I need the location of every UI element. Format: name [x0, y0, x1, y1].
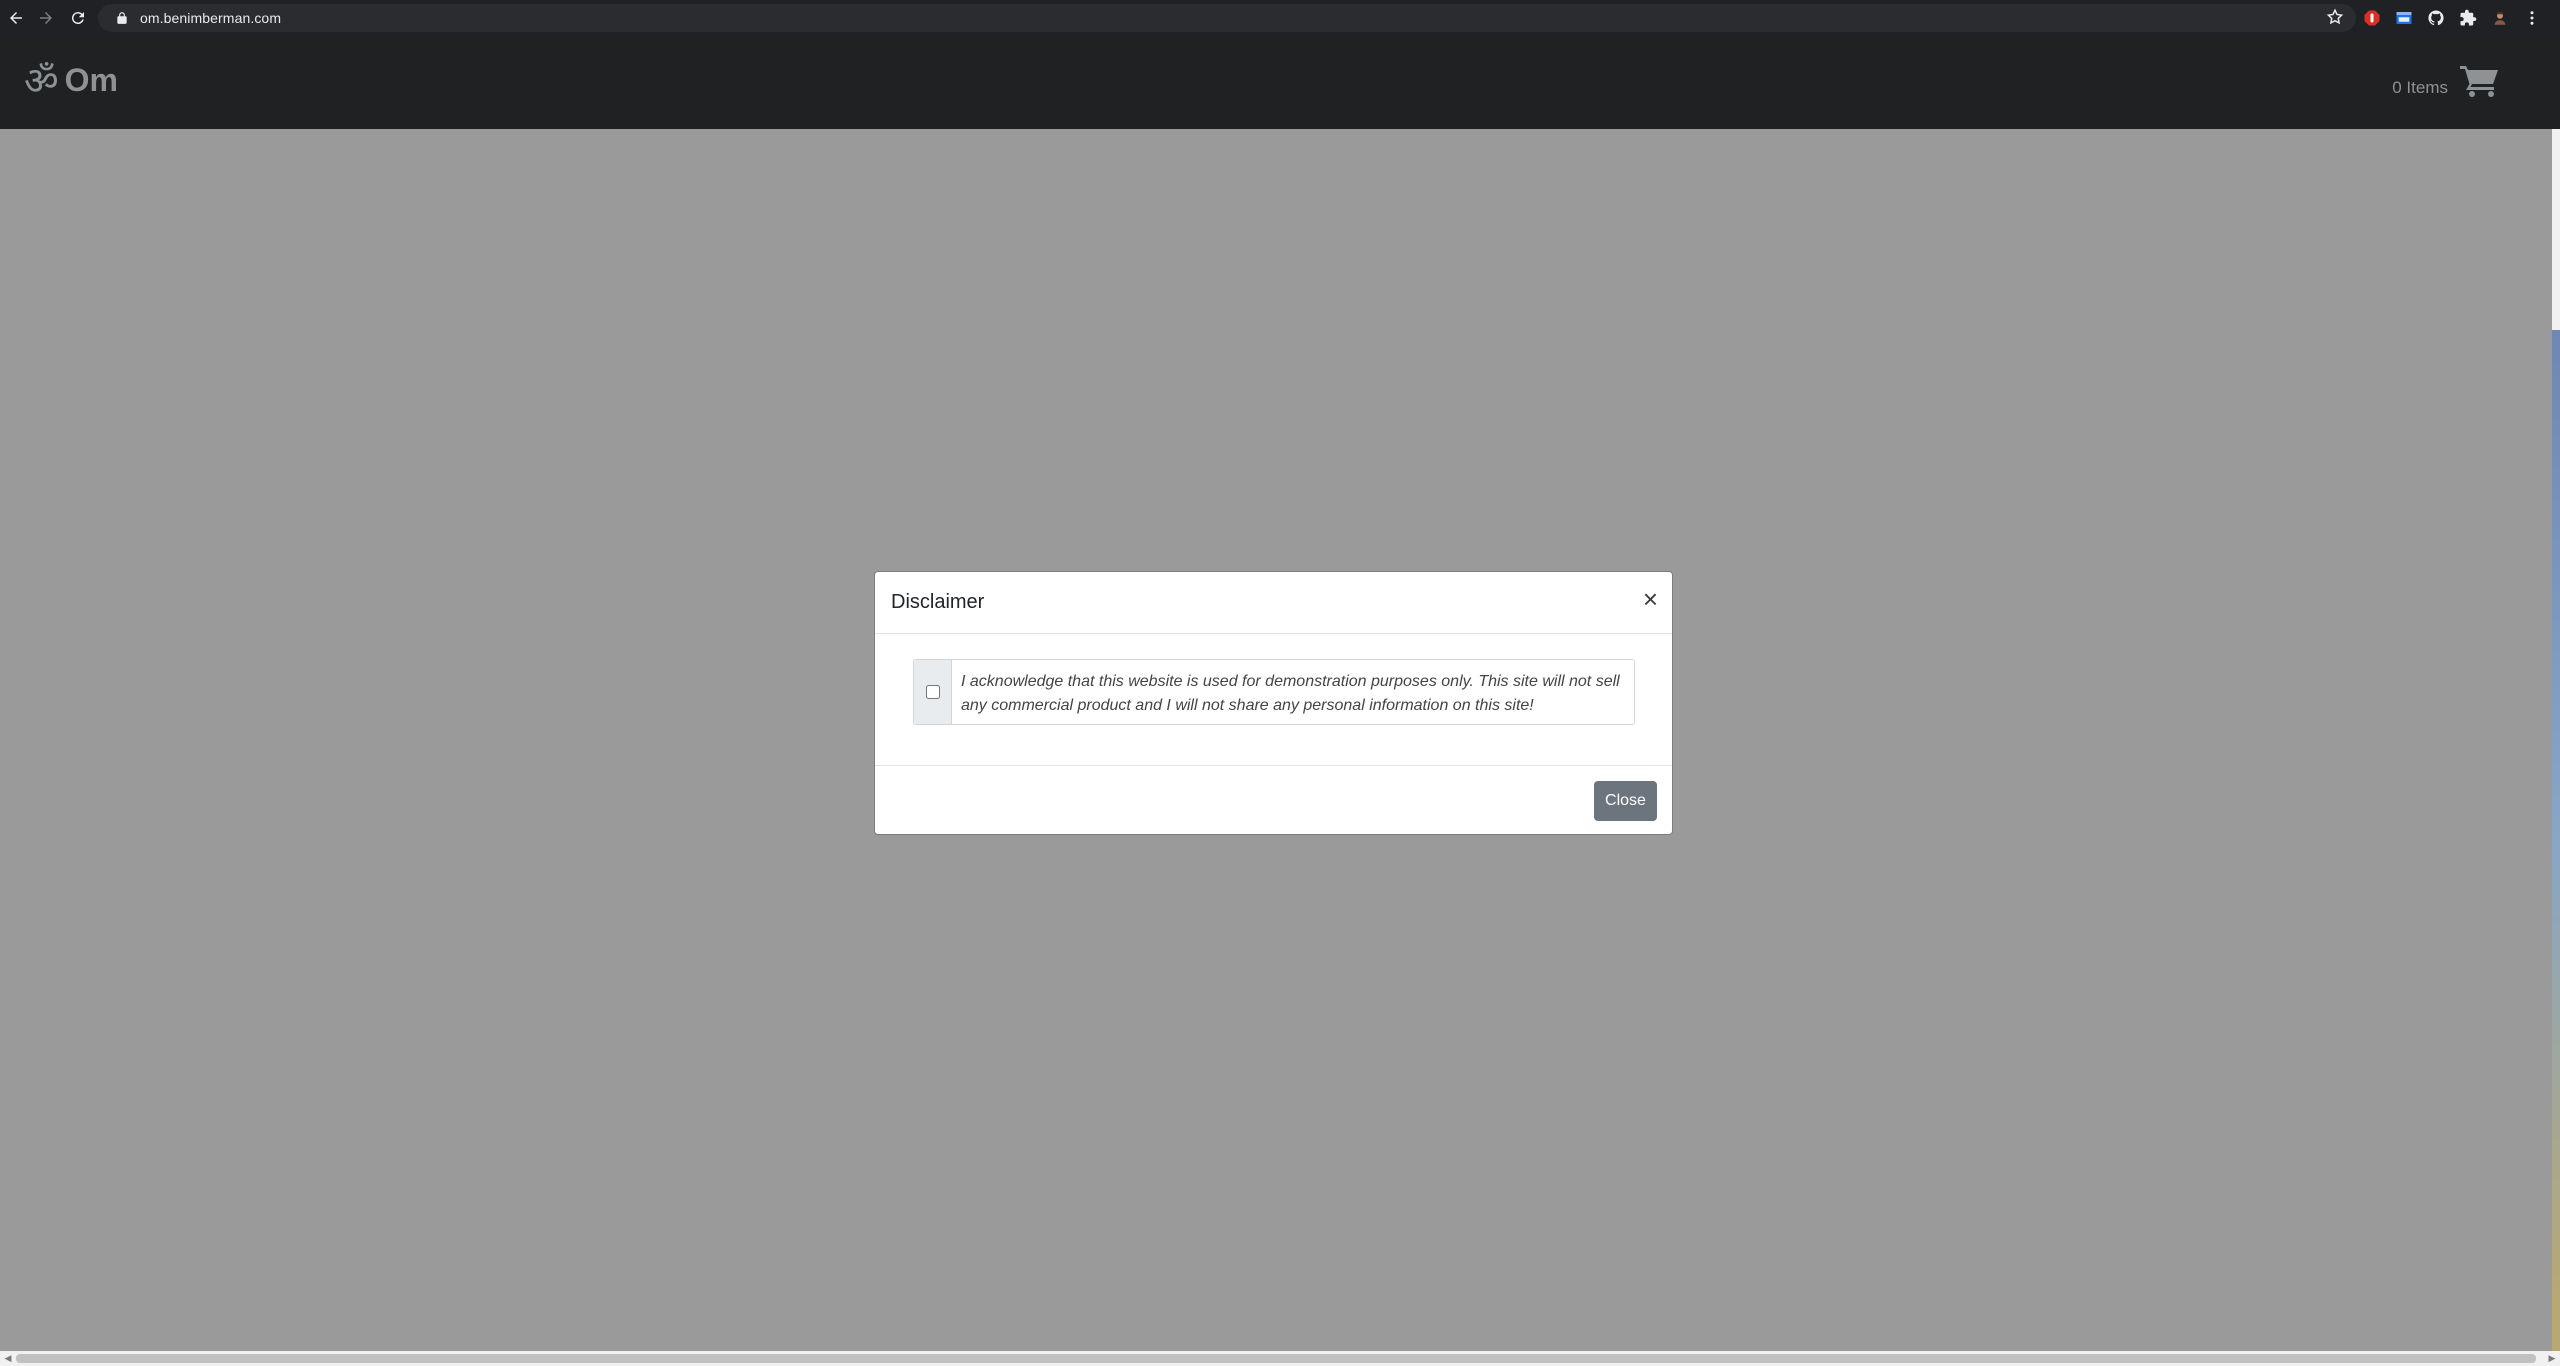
menu-dots-icon[interactable]	[2516, 2, 2548, 34]
horizontal-scroll-thumb[interactable]	[16, 1354, 2536, 1363]
reload-icon[interactable]	[62, 2, 94, 34]
brand-logo[interactable]: ॐ Om	[24, 54, 118, 106]
acknowledge-checkbox[interactable]	[925, 685, 940, 699]
scroll-right-icon[interactable]: ▶	[2544, 1351, 2560, 1366]
back-arrow-icon[interactable]	[0, 2, 32, 34]
adblock-icon[interactable]	[2356, 2, 2388, 34]
om-symbol-icon: ॐ	[24, 61, 59, 103]
star-icon[interactable]	[2326, 8, 2346, 28]
url-text[interactable]: om.benimberman.com	[140, 10, 281, 26]
profile-avatar-icon[interactable]	[2484, 2, 2516, 34]
site-navbar: ॐ Om 0 Items	[0, 36, 2560, 129]
modal-footer: Close	[875, 765, 1672, 835]
cart-link[interactable]: 0 Items	[2392, 64, 2500, 103]
address-bar[interactable]: om.benimberman.com	[98, 4, 2356, 32]
brand-name: Om	[64, 61, 118, 98]
scroll-left-icon[interactable]: ◀	[0, 1351, 16, 1366]
background-window-strip	[2552, 330, 2560, 1351]
acknowledgement-group: I acknowledge that this website is used …	[913, 659, 1635, 725]
window-extension-icon[interactable]	[2388, 2, 2420, 34]
modal-body: I acknowledge that this website is used …	[875, 634, 1672, 765]
modal-title: Disclaimer	[891, 591, 985, 613]
close-button[interactable]: Close	[1594, 781, 1657, 821]
disclaimer-modal: Disclaimer × I acknowledge that this web…	[874, 571, 1673, 835]
modal-header: Disclaimer ×	[875, 572, 1672, 634]
github-icon[interactable]	[2420, 2, 2452, 34]
cart-count: 0 Items	[2392, 77, 2448, 97]
horizontal-scrollbar[interactable]: ◀ ▶	[0, 1351, 2560, 1366]
checkbox-addon	[914, 660, 952, 724]
shopping-cart-icon	[2460, 64, 2500, 103]
close-icon[interactable]: ×	[1643, 586, 1658, 612]
acknowledgement-text: I acknowledge that this website is used …	[961, 673, 1620, 714]
browser-toolbar: om.benimberman.com	[0, 0, 2560, 36]
lock-icon[interactable]	[108, 4, 136, 32]
extensions-area	[2356, 0, 2548, 36]
puzzle-extensions-icon[interactable]	[2452, 2, 2484, 34]
forward-arrow-icon[interactable]	[30, 2, 62, 34]
